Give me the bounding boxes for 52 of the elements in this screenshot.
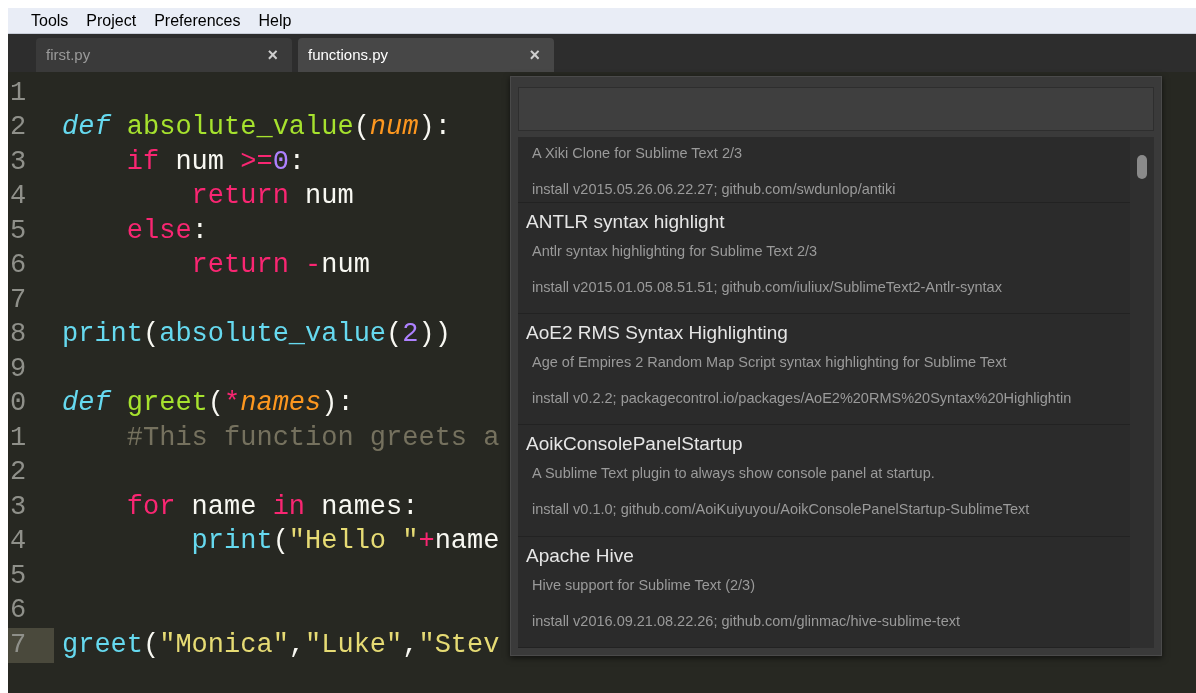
package-title: AoikConsolePanelStartup	[526, 432, 744, 457]
line-number: 6	[10, 597, 27, 625]
code-line: else:	[125, 217, 208, 245]
menu-item[interactable]: Help	[249, 8, 301, 33]
code-line: #This function greets a	[125, 424, 500, 452]
line-number: 7	[10, 286, 27, 314]
code-line: def absolute_value(num):	[62, 114, 451, 142]
code-line: return num	[190, 183, 354, 211]
scrollbar-thumb[interactable]	[1137, 155, 1147, 179]
line-number: 1	[10, 424, 27, 452]
line-number: 3	[10, 148, 27, 176]
package-description: Age of Empires 2 Random Map Script syntax highlighting for Sublime Text	[532, 352, 1008, 372]
code-line: def greet(*names):	[62, 390, 354, 418]
close-button[interactable]: ×	[263, 41, 282, 69]
line-number: 2	[10, 114, 27, 142]
code-line: for name in names:	[125, 493, 419, 521]
close-button[interactable]: ×	[525, 41, 544, 69]
package-title: AoE2 RMS Syntax Highlighting	[526, 320, 789, 345]
line-number: 8	[10, 321, 27, 349]
package-description: A Sublime Text plugin to always show console panel at startup.	[532, 464, 936, 484]
package-title: Apache Hive	[526, 543, 635, 568]
code-line: greet("Monica","Luke","Stev	[62, 631, 500, 659]
package-install-info: install v0.1.0; github.com/AoiKuiyuyou/AoikConsolePanelStartup-SublimeText	[532, 500, 1031, 520]
package-description: Antlr syntax highlighting for Sublime Text 2/3	[532, 241, 819, 261]
package-install-info: install v0.2.2; packagecontrol.io/packages/AoE2%20RMS%20Syntax%20Highlightin	[532, 388, 1073, 408]
code-line: if num >=0:	[125, 148, 306, 176]
editor-tab[interactable]: first.py ×	[36, 38, 292, 72]
menu-item[interactable]: Project	[77, 8, 146, 33]
line-number: 7	[10, 631, 27, 659]
menu-item[interactable]: Tools	[22, 8, 78, 33]
line-number: 1	[10, 79, 27, 107]
package-install-info: install v2015.01.05.08.51.51; github.com/iuliux/SublimeText2-Antlr-syntax	[532, 277, 1003, 297]
package-description: A Xiki Clone for Sublime Text 2/3	[532, 144, 744, 163]
package-title: ANTLR syntax highlight	[526, 209, 726, 234]
line-number: 5	[10, 562, 27, 590]
package-install-info: install v2016.09.21.08.22.26; github.com/glinmac/hive-sublime-text	[532, 611, 961, 631]
editor-tab[interactable]: functions.py ×	[298, 38, 554, 72]
package-install-info: install v2015.05.26.06.22.27; github.com/swdunlop/antiki	[532, 180, 897, 199]
code-line: print("Hello "+name	[190, 528, 500, 556]
line-number: 5	[10, 217, 27, 245]
menu-item[interactable]: Preferences	[145, 8, 250, 33]
line-number: 9	[10, 355, 27, 383]
line-number: 4	[10, 183, 27, 211]
line-number: 3	[10, 493, 27, 521]
line-number: 6	[10, 252, 27, 280]
line-number: 4	[10, 528, 27, 556]
code-line: return -num	[190, 252, 370, 280]
line-number: 2	[10, 459, 27, 487]
code-line: print(absolute_value(2))	[62, 321, 451, 349]
package-item[interactable]: A Xiki Clone for Sublime Text 2/3 install v2015.05.26.06.22.27; github.com/swdunlop/antiki	[518, 137, 1130, 203]
line-number: 0	[10, 390, 27, 418]
package-description: Hive support for Sublime Text (2/3)	[532, 575, 756, 595]
